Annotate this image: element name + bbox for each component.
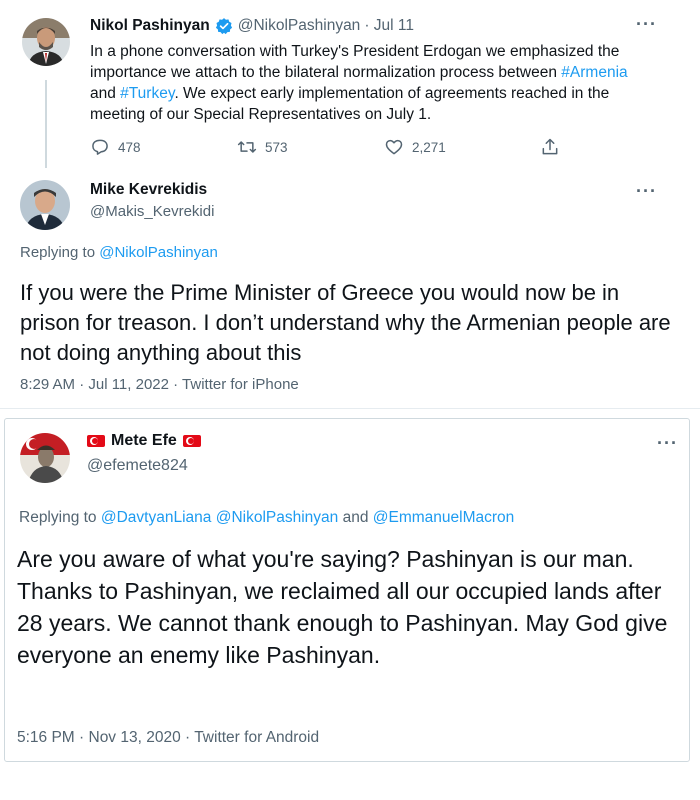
hashtag-armenia[interactable]: #Armenia [561,64,627,81]
tweet-text-part: In a phone conversation with Turkey's Pr… [90,43,620,81]
verified-icon [215,17,233,35]
author-handle[interactable]: @Makis_Kevrekidi [90,203,214,220]
retweet-button[interactable]: 573 [237,137,288,157]
more-icon[interactable]: ··· [636,14,657,35]
reply-button[interactable]: 478 [90,137,141,157]
mention-nikolpashinyan[interactable]: @NikolPashinyan [99,244,218,261]
author-handle[interactable]: @efemete824 [87,457,188,475]
author-handle[interactable]: @NikolPashinyan [238,17,361,35]
tweet-header: Mete Efe [87,432,201,450]
like-icon [385,139,403,155]
tweet-text: Are you aware of what you're saying? Pas… [17,546,668,668]
more-icon[interactable]: ··· [636,181,657,202]
reply-count: 478 [118,139,141,155]
tweet-meta[interactable]: 8:29 AM · Jul 11, 2022 · Twitter for iPh… [20,376,299,393]
author-name[interactable]: Nikol Pashinyan [90,17,210,35]
share-icon [542,138,558,155]
avatar-mete-efe[interactable] [20,433,70,483]
author-name[interactable]: Mike Kevrekidis [90,181,207,199]
replying-to: Replying to @DavtyanLiana @NikolPashinya… [19,509,514,527]
tweet-reply-2[interactable]: Mete Efe @efemete824 ··· Replying to @Da… [4,418,690,762]
author-name[interactable]: Mete Efe [111,432,177,450]
replying-and: and [338,509,373,526]
like-button[interactable]: 2,271 [384,137,446,157]
tweet-text-part: and [90,85,121,102]
mention-emmanuelmacron[interactable]: @EmmanuelMacron [373,509,515,526]
reply-icon [92,139,108,155]
tweet-text: If you were the Prime Minister of Greece… [20,280,671,365]
more-icon[interactable]: ··· [657,433,678,454]
avatar-mike-kevrekidis[interactable] [20,180,70,230]
mention-davtyanliana[interactable]: @DavtyanLiana [101,509,212,526]
retweet-count: 573 [265,139,288,155]
hashtag-turkey[interactable]: #Turkey [120,85,174,102]
tweet-meta[interactable]: 5:16 PM · Nov 13, 2020 · Twitter for And… [17,729,319,747]
tweet-date[interactable]: · Jul 11 [364,17,414,35]
tweet-actions: 478 573 2,271 [0,137,700,161]
share-button[interactable] [540,137,560,157]
divider [0,408,700,409]
tweet-header: Nikol Pashinyan @NikolPashinyan · Jul 11 [90,17,414,35]
replying-to: Replying to @NikolPashinyan [20,244,218,261]
replying-prefix: Replying to [19,509,101,526]
like-count: 2,271 [412,139,446,155]
tweet-text: In a phone conversation with Turkey's Pr… [90,41,650,125]
retweet-icon [237,141,257,153]
replying-prefix: Replying to [20,244,100,261]
turkish-flag-icon [182,435,201,447]
turkish-flag-icon [87,435,105,447]
avatar-nikol-pashinyan[interactable] [22,18,70,66]
mention-nikolpashinyan[interactable]: @NikolPashinyan [216,509,339,526]
